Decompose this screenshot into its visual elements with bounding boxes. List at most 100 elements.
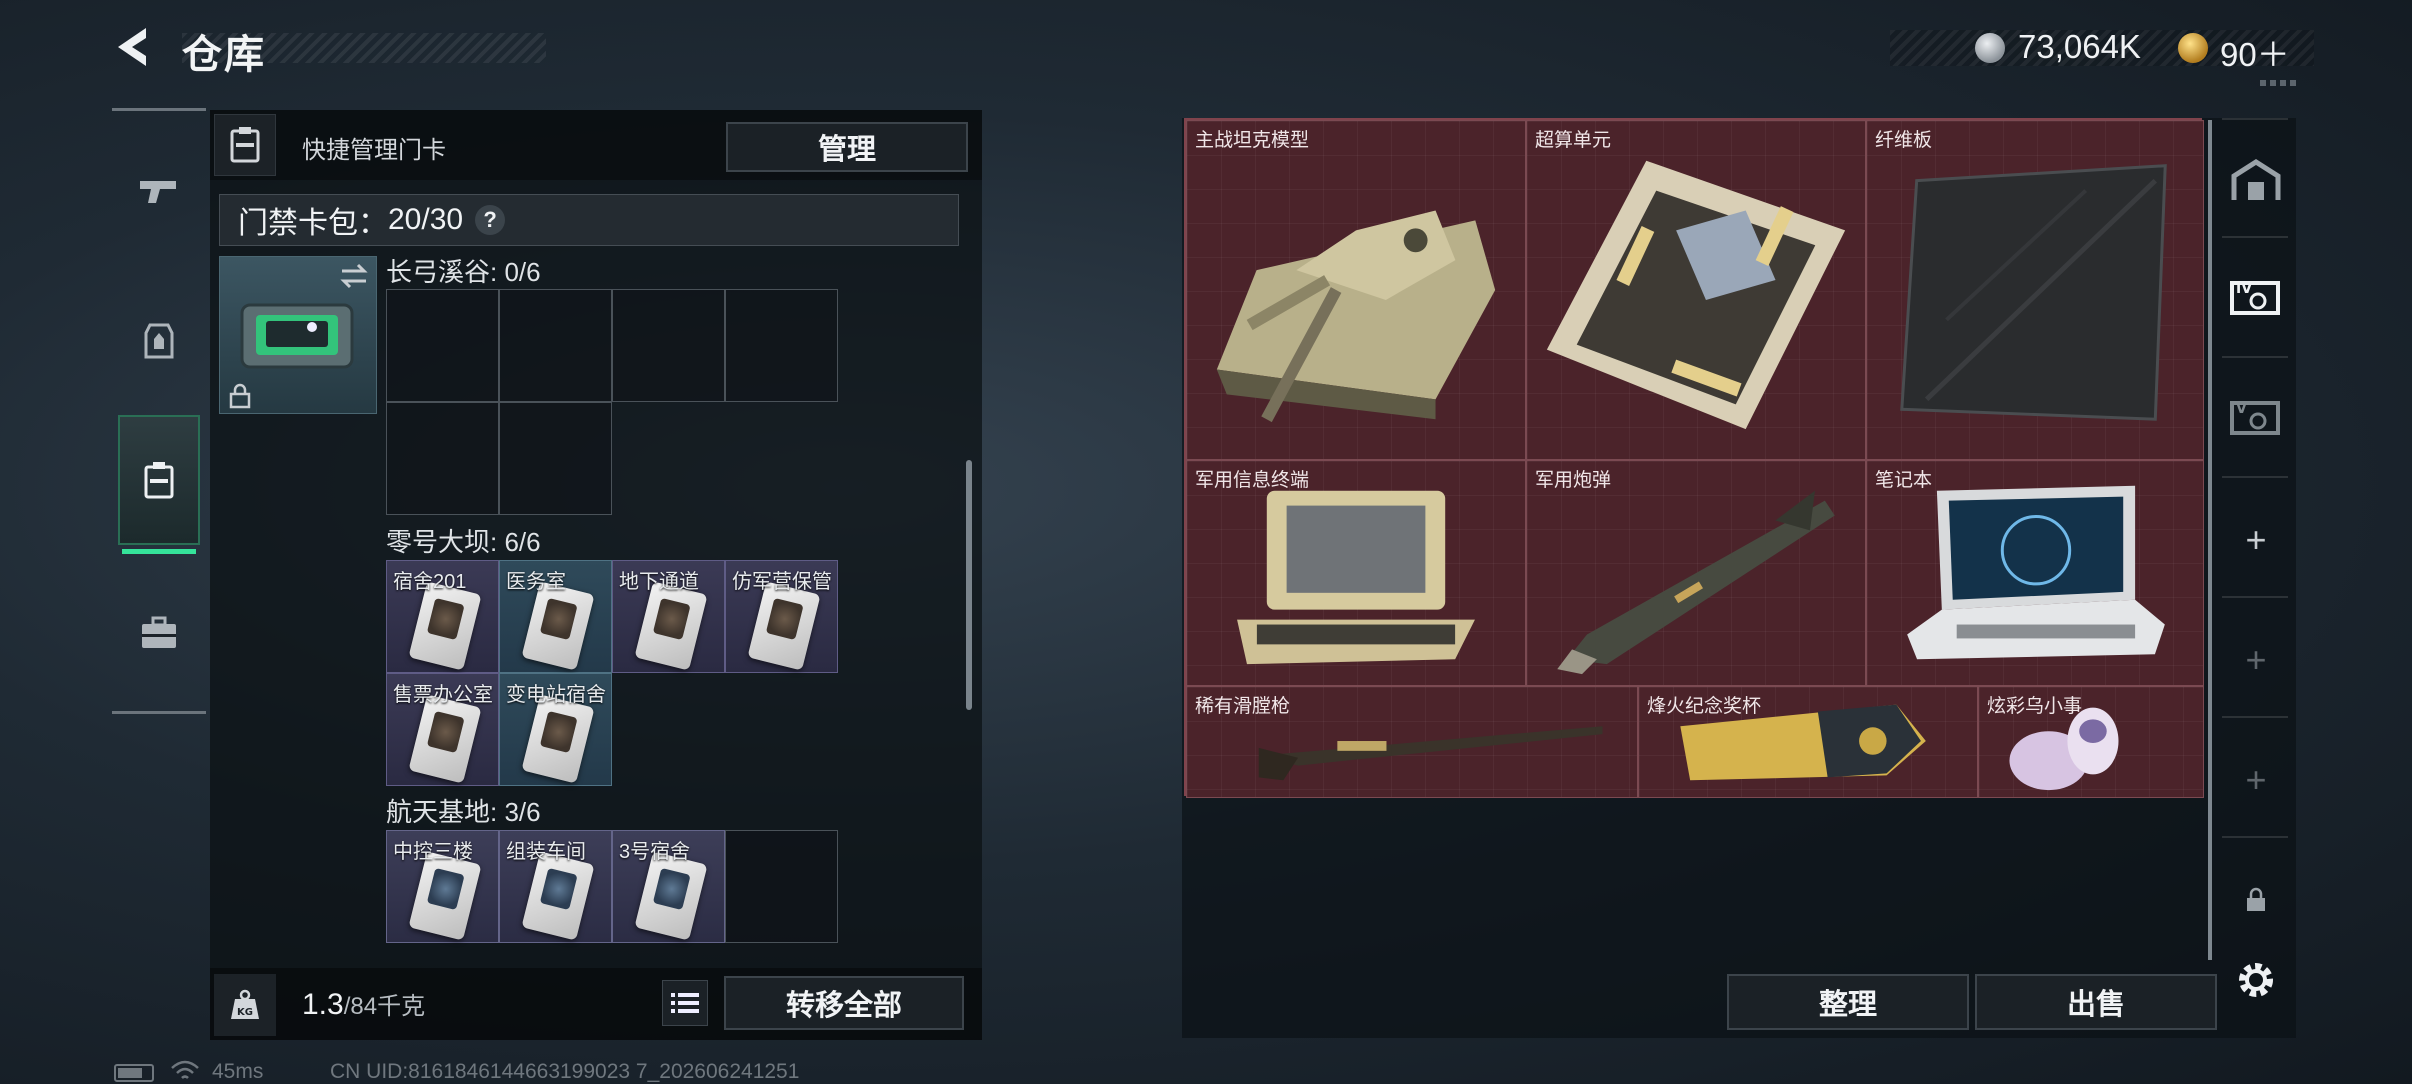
keycard-scrollbar[interactable]: [966, 460, 972, 710]
empty-slot[interactable]: [725, 289, 838, 402]
crate-icon: V: [2230, 401, 2280, 435]
add-page-button[interactable]: +: [2220, 504, 2292, 576]
item-musket[interactable]: 稀有滑膛枪: [1186, 686, 1638, 798]
weight-max: /84千克: [343, 993, 426, 1020]
empty-slot[interactable]: [386, 289, 499, 402]
artillery-shell-icon: [1557, 490, 1835, 675]
storage-page-crate[interactable]: V: [2220, 380, 2292, 452]
keycard-name: 组装车间: [506, 841, 586, 863]
collection-crate-icon: IV: [2230, 281, 2280, 315]
storage-page-collection[interactable]: IV: [2220, 260, 2292, 332]
gear-icon: [2239, 963, 2273, 997]
weight-current: 1.3: [302, 988, 344, 1021]
silver-amount: 73,064K: [2018, 28, 2141, 65]
weight-readout: 1.3/84千克: [302, 986, 425, 1022]
battery-icon: [114, 1064, 154, 1082]
keycard-grid-changgong: [386, 289, 840, 515]
add-page-button[interactable]: +: [2220, 744, 2292, 816]
weight-kg-icon: KG: [231, 989, 259, 1019]
empty-slot[interactable]: [725, 830, 838, 943]
svg-text:KG: KG: [237, 1007, 253, 1018]
settings-button[interactable]: [2220, 944, 2292, 1016]
item-figurine[interactable]: 炫彩乌小事: [1978, 686, 2204, 798]
item-name: 烽火纪念奖杯: [1647, 696, 1762, 717]
manage-button[interactable]: 管理: [726, 122, 968, 172]
dots-indicator: [2260, 80, 2300, 86]
keycard-item[interactable]: 中控三楼: [386, 830, 499, 943]
keycard-name: 变电站宿舍: [506, 684, 606, 706]
tank-model-icon: [1216, 210, 1496, 423]
tab-equipment[interactable]: [118, 275, 200, 405]
keycard-holder-icon: [230, 127, 260, 163]
divider: [2222, 716, 2288, 718]
keycard-item[interactable]: 组装车间: [499, 830, 612, 943]
lock-icon: [2247, 887, 2265, 911]
storage-grid: 主战坦克模型 超算单元 纤维板 军用信息终端 军用炮弹 笔记本 稀有滑膛枪 烽火…: [1184, 118, 2204, 798]
storage-page-1[interactable]: [2220, 144, 2292, 216]
empty-slot[interactable]: [386, 402, 499, 515]
item-military-terminal[interactable]: 军用信息终端: [1186, 460, 1526, 686]
keycard-item[interactable]: 仿军营保管: [725, 560, 838, 673]
plus-icon: +: [2245, 519, 2267, 560]
empty-slot[interactable]: [612, 289, 725, 402]
keycard-name: 中控三楼: [393, 841, 473, 863]
item-tank-model[interactable]: 主战坦克模型: [1186, 120, 1526, 460]
keycard-name: 3号宿舍: [619, 841, 691, 863]
item-name: 笔记本: [1875, 470, 1933, 491]
keycard-icon: [408, 851, 482, 941]
tab-weapons[interactable]: [118, 125, 200, 255]
storage-scrollbar[interactable]: [2208, 120, 2212, 960]
item-laptop[interactable]: 笔记本: [1866, 460, 2204, 686]
divider: [2222, 356, 2288, 358]
item-fiber-board[interactable]: 纤维板: [1866, 120, 2204, 460]
keycard-icon: [521, 851, 595, 941]
back-arrow-icon: [118, 28, 146, 66]
gold-amount[interactable]: 90＋: [2220, 28, 2290, 76]
armor-icon: [144, 323, 174, 359]
transfer-all-button[interactable]: 转移全部: [724, 976, 964, 1030]
page-title: 仓库: [182, 33, 266, 77]
keycard-item[interactable]: 售票办公室: [386, 673, 499, 786]
keycard-item[interactable]: 变电站宿舍: [499, 673, 612, 786]
tab-cases[interactable]: [118, 568, 200, 698]
keycard-item[interactable]: 3号宿舍: [612, 830, 725, 943]
keycard-grid-dam: 宿舍201 医务室 地下通道 仿军营保管 售票办公室 变电站宿舍: [386, 560, 840, 786]
keycard-icon: [521, 581, 595, 671]
sort-button[interactable]: 整理: [1727, 974, 1969, 1030]
empty-slot[interactable]: [499, 402, 612, 515]
back-button[interactable]: [110, 22, 160, 72]
list-icon: [671, 993, 699, 1013]
plus-icon: +: [2245, 759, 2267, 800]
help-icon[interactable]: ?: [475, 205, 506, 235]
divider: [2222, 836, 2288, 838]
supercomputer-unit-icon: [1546, 160, 1846, 430]
quick-manage-icon-box: [214, 114, 276, 176]
card-bag-label: 门禁卡包：: [238, 207, 388, 240]
tab-keycards[interactable]: [118, 415, 200, 545]
item-artillery-shell[interactable]: 军用炮弹: [1526, 460, 1866, 686]
item-name: 稀有滑膛枪: [1195, 696, 1291, 717]
keycard-item[interactable]: 地下通道: [612, 560, 725, 673]
lock-icon: [229, 383, 251, 409]
item-supercomputer-unit[interactable]: 超算单元: [1526, 120, 1866, 460]
keycard-icon: [408, 694, 482, 784]
swap-icon[interactable]: [338, 262, 370, 290]
keycard-holder-icon: [144, 462, 174, 499]
empty-slot[interactable]: [499, 289, 612, 402]
item-trophy[interactable]: 烽火纪念奖杯: [1638, 686, 1978, 798]
keycard-name: 宿舍201: [393, 571, 467, 593]
laptop-icon: [1907, 485, 2165, 660]
keycard-grid-aerospace: 中控三楼 组装车间 3号宿舍: [386, 830, 840, 943]
quick-manage-label: 快捷管理门卡: [302, 137, 446, 164]
keycard-icon: [634, 851, 708, 941]
item-name: 纤维板: [1875, 130, 1933, 151]
keycard-item[interactable]: 医务室: [499, 560, 612, 673]
add-page-button[interactable]: +: [2220, 624, 2292, 696]
military-terminal-icon: [1237, 490, 1475, 665]
sell-button[interactable]: 出售: [1975, 974, 2217, 1030]
briefcase-icon: [142, 616, 176, 648]
divider: [2222, 118, 2288, 120]
lock-page-button[interactable]: [2220, 864, 2292, 936]
list-view-button[interactable]: [662, 980, 708, 1026]
keycard-item[interactable]: 宿舍201: [386, 560, 499, 673]
